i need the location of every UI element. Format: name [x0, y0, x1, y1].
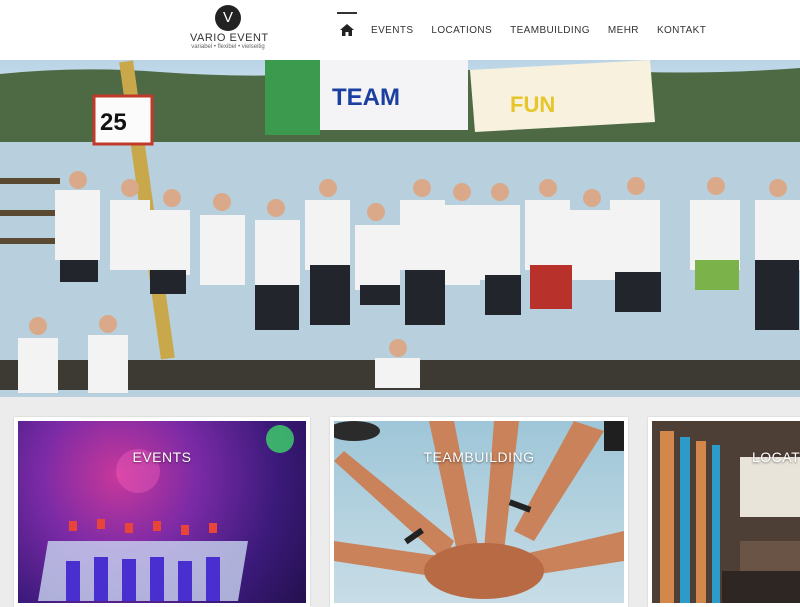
logo-mark: V [215, 5, 241, 31]
nav-teambuilding[interactable]: TEAMBUILDING [510, 0, 590, 60]
nav-locations[interactable]: LOCATIONS [431, 0, 492, 60]
logo[interactable]: V VARIO EVENT variabel • flexibel • viel… [190, 5, 269, 55]
site-header: V VARIO EVENT variabel • flexibel • viel… [0, 0, 800, 60]
home-icon [340, 24, 354, 36]
hero-illustration: 25 TEAM FUN [0, 60, 800, 397]
banner-team-text: TEAM [332, 84, 400, 111]
nav-events[interactable]: EVENTS [371, 0, 413, 60]
card-events-label: EVENTS [132, 449, 192, 465]
category-cards: EVENTS TEAMBUILDING LOCAT [0, 397, 800, 607]
card-events-image: EVENTS [18, 421, 306, 603]
card-locations-image: LOCAT [652, 421, 800, 603]
nav-home[interactable] [336, 0, 358, 60]
card-teambuilding[interactable]: TEAMBUILDING [330, 417, 628, 607]
card-teambuilding-image: TEAMBUILDING [334, 421, 624, 603]
logo-title: VARIO EVENT [190, 32, 269, 44]
hero-image: 25 TEAM FUN [0, 60, 800, 397]
card-locations[interactable]: LOCAT [648, 417, 800, 607]
main-nav: EVENTS LOCATIONS TEAMBUILDING MEHR KONTA… [336, 0, 724, 60]
card-locations-label: LOCAT [752, 449, 800, 465]
card-teambuilding-label: TEAMBUILDING [423, 449, 535, 465]
nav-kontakt[interactable]: KONTAKT [657, 0, 706, 60]
banner-fun-text: FUN [510, 92, 555, 117]
nav-mehr[interactable]: MEHR [608, 0, 639, 60]
sign-number: 25 [100, 109, 127, 136]
logo-tagline: variabel • flexibel • vielseitig [191, 44, 265, 50]
card-events[interactable]: EVENTS [14, 417, 310, 607]
